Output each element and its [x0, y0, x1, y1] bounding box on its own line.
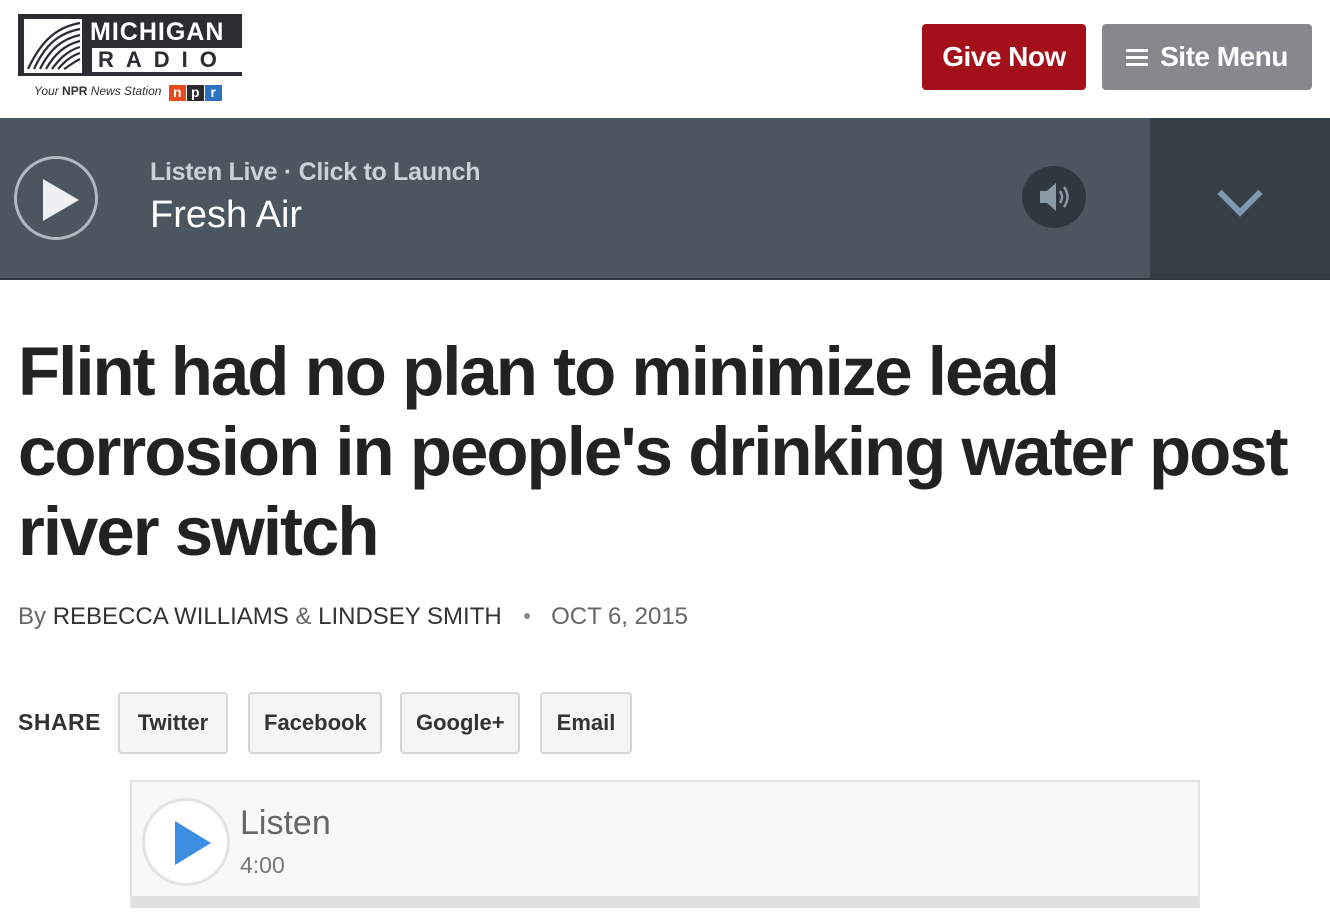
michigan-radio-logo[interactable]: MICHIGAN RADIO Your NPR News Station npr	[18, 14, 242, 102]
give-now-button[interactable]: Give Now	[922, 24, 1086, 90]
logo-box: MICHIGAN RADIO	[18, 14, 242, 76]
tagline-brand: NPR	[62, 84, 88, 98]
audio-play-button[interactable]	[142, 798, 230, 886]
logo-tagline: Your NPR News Station npr	[34, 82, 223, 101]
logo-mark-icon	[24, 19, 82, 73]
byline-separator	[524, 612, 531, 619]
site-menu-button[interactable]: Site Menu	[1102, 24, 1312, 90]
logo-word-michigan: MICHIGAN	[90, 18, 225, 46]
tagline-post: News Station	[90, 84, 162, 98]
share-twitter-button[interactable]: Twitter	[118, 692, 228, 754]
npr-letter-n: n	[168, 84, 186, 101]
audio-module: Listen 4:00	[130, 780, 1200, 908]
share-googleplus-button[interactable]: Google+	[400, 692, 520, 754]
article-headline: Flint had no plan to minimize lead corro…	[18, 333, 1289, 570]
program-title[interactable]: Fresh Air	[150, 194, 302, 237]
share-facebook-button[interactable]: Facebook	[248, 692, 382, 754]
logo-word-radio: RADIO	[92, 48, 242, 72]
audio-title: Listen	[240, 804, 331, 842]
author-link-2[interactable]: LINDSEY SMITH	[318, 603, 502, 630]
site-menu-label: Site Menu	[1160, 41, 1288, 72]
play-circle-icon[interactable]	[14, 156, 98, 240]
author-link-1[interactable]: REBECCA WILLIAMS	[53, 603, 289, 630]
site-header: MICHIGAN RADIO Your NPR News Station npr…	[0, 0, 1330, 118]
hamburger-icon	[1126, 45, 1149, 70]
chevron-down-icon	[1217, 171, 1263, 217]
publish-date: OCT 6, 2015	[551, 603, 689, 630]
share-email-button[interactable]: Email	[540, 692, 632, 754]
volume-button[interactable]	[1022, 166, 1086, 228]
byline-prefix: By	[18, 603, 47, 630]
audio-duration: 4:00	[240, 852, 285, 878]
npr-letter-r: r	[204, 84, 222, 101]
live-player-bar[interactable]: Listen Live · Click to Launch Fresh Air	[0, 118, 1330, 280]
tagline-pre: Your	[34, 84, 59, 98]
speaker-icon	[1040, 183, 1069, 211]
logo-waves-icon	[27, 21, 81, 70]
byline: By REBECCA WILLIAMS & LINDSEY SMITH OCT …	[18, 603, 688, 631]
expand-player-button[interactable]	[1150, 118, 1330, 278]
npr-logo: npr	[168, 84, 223, 101]
share-label: SHARE	[18, 709, 102, 735]
listen-live-label[interactable]: Listen Live · Click to Launch	[150, 158, 481, 187]
byline-amp: &	[295, 603, 312, 630]
npr-letter-p: p	[186, 84, 204, 101]
audio-progress-bar[interactable]	[132, 896, 1198, 906]
play-icon	[175, 821, 211, 865]
